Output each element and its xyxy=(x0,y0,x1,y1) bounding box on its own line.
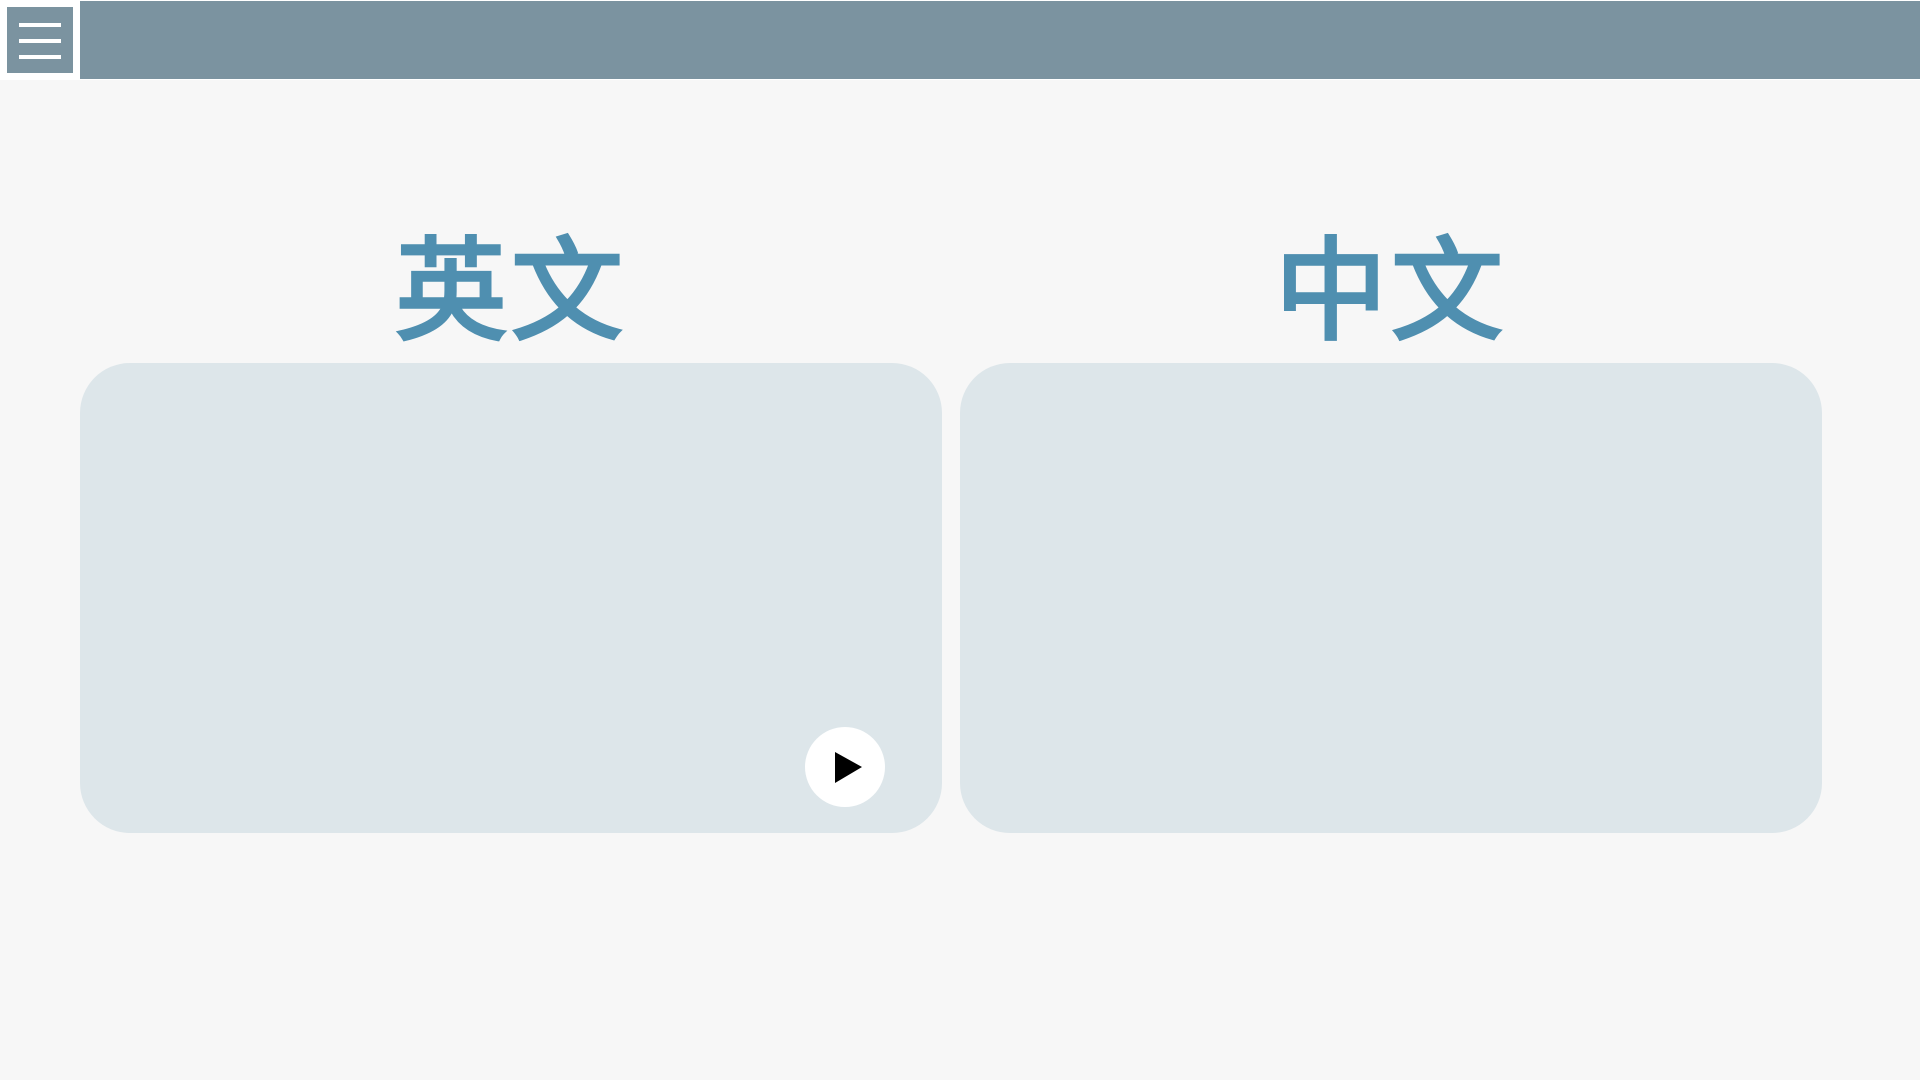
hamburger-menu-icon xyxy=(19,23,61,59)
top-bar-background xyxy=(80,1,1920,79)
chinese-heading: 中文 xyxy=(1275,227,1507,357)
play-icon xyxy=(835,752,862,783)
english-heading: 英文 xyxy=(395,227,627,357)
chinese-text-panel xyxy=(960,363,1822,833)
menu-button-face xyxy=(7,7,73,73)
top-bar xyxy=(0,0,1920,80)
english-text-panel xyxy=(80,363,942,833)
menu-button[interactable] xyxy=(2,2,78,78)
play-button[interactable] xyxy=(805,727,885,807)
